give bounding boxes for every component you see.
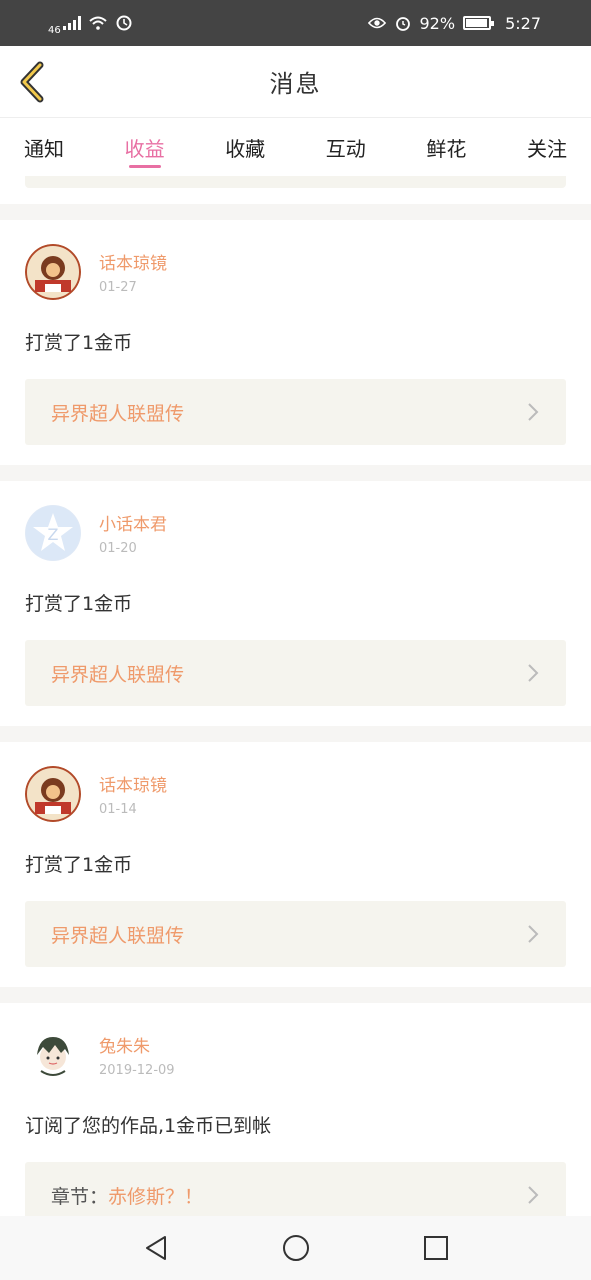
message-text: 订阅了您的作品,1金币已到帐 [25,1115,272,1137]
user-info: 话本琼镜 01-27 [99,249,167,295]
tab-favorites[interactable]: 收藏 [225,118,265,176]
circle-home-icon [282,1235,309,1261]
battery-percent: 92% [419,13,456,33]
battery-icon [463,16,495,30]
chevron-right-icon [528,925,539,943]
user-info: 话本琼镜 01-14 [99,771,167,817]
page-title: 消息 [269,70,322,98]
work-link[interactable]: 异界超人联盟传 [25,640,566,706]
chapter-prefix: 章节： [51,1185,109,1208]
chevron-right-icon [528,1186,539,1204]
message-text: 打赏了1金币 [25,854,133,876]
work-title: 异界超人联盟传 [51,663,185,686]
avatar[interactable] [25,766,81,822]
svg-text:Z: Z [48,525,59,544]
message-card: 兔朱朱 2019-12-09 订阅了您的作品,1金币已到帐 章节：赤修斯？！ [0,1003,591,1216]
tab-earnings[interactable]: 收益 [125,118,165,176]
date: 01-14 [99,802,137,817]
avatar[interactable] [25,244,81,300]
work-link[interactable]: 异界超人联盟传 [25,379,566,445]
user-row: Z 小话本君 01-20 [25,503,566,563]
username[interactable]: 话本琼镜 [99,771,167,796]
user-row: 兔朱朱 2019-12-09 [25,1025,566,1085]
username[interactable]: 话本琼镜 [99,249,167,274]
work-link[interactable]: 异界超人联盟传 [25,901,566,967]
user-info: 小话本君 01-20 [99,510,167,556]
square-recents-icon [423,1236,448,1260]
wifi-icon [89,15,107,31]
user-info: 兔朱朱 2019-12-09 [99,1032,175,1078]
chapter-title-wrap: 章节：赤修斯？！ [51,1182,203,1209]
work-title: 异界超人联盟传 [51,924,185,947]
chevron-right-icon [528,664,539,682]
work-title: 异界超人联盟传 [51,402,185,425]
user-row: 话本琼镜 01-14 [25,764,566,824]
username[interactable]: 小话本君 [99,510,167,535]
chevron-right-icon [528,403,539,421]
back-button[interactable] [12,58,52,106]
clock: 5:27 [505,13,541,33]
data-saver-icon [115,15,133,31]
avatar[interactable]: Z [25,505,81,561]
system-nav-bar [0,1216,591,1280]
chapter-title: 赤修斯？！ [108,1185,204,1208]
alarm-icon [394,15,412,31]
network-type: 46 [48,24,61,36]
message-card: 话本琼镜 01-27 打赏了1金币 异界超人联盟传 [0,220,591,465]
triangle-back-icon [145,1236,166,1260]
previous-card-stub [0,176,591,204]
nav-recents-button[interactable] [416,1228,456,1268]
tab-notifications[interactable]: 通知 [24,118,64,176]
date: 01-27 [99,280,137,295]
signal-icon [62,16,81,30]
date: 01-20 [99,541,137,556]
message-text: 打赏了1金币 [25,332,133,354]
date: 2019-12-09 [99,1063,175,1078]
status-right: 92% 5:27 [367,13,541,33]
nav-home-button[interactable] [276,1228,316,1268]
tab-bar: 通知 收益 收藏 互动 鲜花 关注 [0,118,591,176]
username[interactable]: 兔朱朱 [99,1032,175,1057]
nav-back-button[interactable] [136,1228,176,1268]
tab-following[interactable]: 关注 [527,118,567,176]
status-bar: 46 92% 5:27 [0,0,591,46]
tab-flowers[interactable]: 鲜花 [426,118,466,176]
user-row: 话本琼镜 01-27 [25,242,566,302]
tab-interactions[interactable]: 互动 [326,118,366,176]
message-text: 打赏了1金币 [25,593,133,615]
message-list: 话本琼镜 01-27 打赏了1金币 异界超人联盟传 Z 小话本君 01-20 打… [0,176,591,1216]
message-card: Z 小话本君 01-20 打赏了1金币 异界超人联盟传 [0,481,591,726]
eye-icon [367,15,386,31]
chevron-left-icon [20,61,44,103]
header: 消息 [0,46,591,118]
message-card: 话本琼镜 01-14 打赏了1金币 异界超人联盟传 [0,742,591,987]
chapter-link[interactable]: 章节：赤修斯？！ [25,1162,566,1216]
status-left: 46 [48,11,133,36]
avatar[interactable] [25,1027,81,1083]
